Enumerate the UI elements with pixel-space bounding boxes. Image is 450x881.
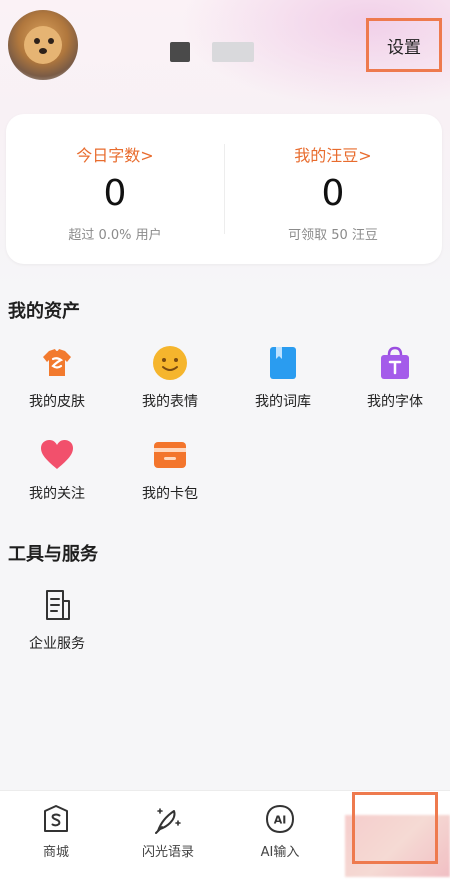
- asset-item-label: 我的表情: [142, 394, 198, 410]
- asset-item-label: 我的词库: [255, 394, 311, 410]
- stat-my-beans-label[interactable]: 我的汪豆>: [224, 142, 442, 166]
- tab-ai-input[interactable]: AI AI输入: [224, 791, 336, 881]
- tab-label: 商城: [42, 845, 69, 860]
- heart-icon: [39, 437, 75, 473]
- svg-text:AI: AI: [274, 814, 287, 827]
- tab-label: 闪光语录: [141, 845, 194, 860]
- avatar[interactable]: [8, 10, 78, 80]
- username-redacted-1: [170, 42, 190, 62]
- asset-item-label: 我的关注: [29, 486, 85, 502]
- profile-tab-highlight: [352, 792, 438, 864]
- asset-item-label: 我的皮肤: [29, 394, 85, 410]
- asset-item-emoji[interactable]: 我的表情: [120, 345, 220, 425]
- username-redacted-2: [212, 42, 254, 62]
- tab-shop[interactable]: 商城: [0, 791, 112, 881]
- bag-icon: [377, 345, 413, 381]
- asset-item-lexicon[interactable]: 我的词库: [233, 345, 333, 425]
- stat-today-words-value: 0: [103, 173, 127, 214]
- avatar-eye-left: [34, 38, 40, 44]
- tool-item-enterprise[interactable]: 企业服务: [7, 587, 107, 667]
- stats-card: 今日字数> 0 超过 0.0% 用户 我的汪豆> 0 可领取 50 汪豆: [6, 114, 442, 264]
- stat-today-words-sub: 超过 0.0% 用户: [68, 228, 162, 243]
- stat-my-beans-sub: 可领取 50 汪豆: [288, 228, 378, 243]
- quill-icon: [152, 803, 184, 835]
- tool-item-label: 企业服务: [29, 636, 85, 652]
- book-icon: [265, 345, 301, 381]
- tab-quotes[interactable]: 闪光语录: [112, 791, 224, 881]
- avatar-eye-right: [48, 38, 54, 44]
- stat-today-words-label[interactable]: 今日字数>: [6, 142, 224, 166]
- asset-item-font[interactable]: 我的字体: [345, 345, 445, 425]
- stat-today-words[interactable]: 今日字数> 0 超过 0.0% 用户: [6, 114, 224, 264]
- document-icon: [39, 587, 75, 623]
- assets-section-title: 我的资产: [8, 301, 80, 322]
- asset-item-wallet[interactable]: 我的卡包: [120, 437, 220, 517]
- shirt-icon: [39, 345, 75, 381]
- tab-label: AI输入: [260, 845, 300, 860]
- smiley-icon: [152, 345, 188, 381]
- avatar-nose: [39, 48, 47, 54]
- wallet-icon: [152, 437, 188, 473]
- asset-item-follow[interactable]: 我的关注: [7, 437, 107, 517]
- asset-item-skin[interactable]: 我的皮肤: [7, 345, 107, 425]
- shop-icon: [40, 803, 72, 835]
- asset-item-label: 我的字体: [367, 394, 423, 410]
- tools-section-title: 工具与服务: [8, 544, 98, 565]
- asset-item-label: 我的卡包: [142, 486, 198, 502]
- stat-my-beans[interactable]: 我的汪豆> 0 可领取 50 汪豆: [224, 114, 442, 264]
- ai-icon: AI: [264, 803, 296, 835]
- settings-button[interactable]: 设置: [366, 18, 442, 72]
- stat-my-beans-value: 0: [321, 173, 345, 214]
- avatar-face: [24, 26, 62, 64]
